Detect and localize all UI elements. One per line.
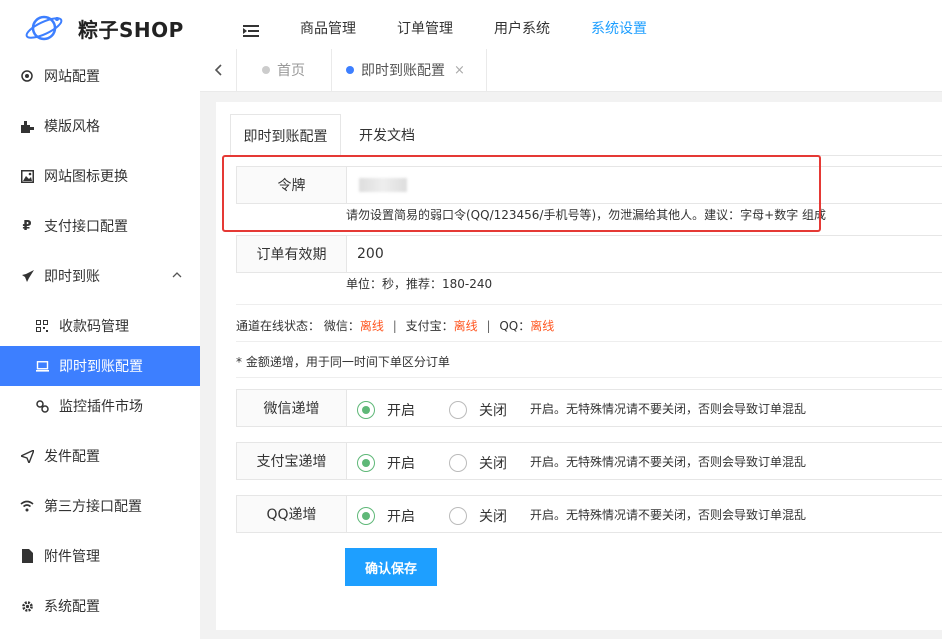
logo[interactable]: 粽子SHOP	[0, 0, 200, 56]
laptop-icon	[35, 359, 49, 373]
qq-increment-off-radio[interactable]: 关闭	[449, 506, 507, 526]
expiry-row: 订单有效期 200	[236, 235, 942, 273]
divider	[236, 304, 942, 305]
wechat-increment-row: 微信递增 开启 关闭 开启。无特殊情况请不要关闭，否则会导致订单混乱	[236, 389, 942, 427]
topnav-users[interactable]: 用户系统	[494, 18, 550, 38]
puzzle-icon	[20, 119, 34, 133]
radio-checked-icon	[357, 401, 375, 419]
highlight-box	[222, 155, 821, 232]
sidebar-item-favicon[interactable]: 网站图标更换	[0, 156, 200, 196]
sidebar-item-site-config[interactable]: 网站配置	[0, 56, 200, 96]
yen-icon: ₽	[22, 218, 32, 234]
link-icon	[35, 399, 49, 413]
tab-active-dot-icon	[346, 66, 354, 74]
tab-dot-icon	[262, 66, 270, 74]
wechat-status: 离线	[359, 319, 384, 333]
tab-home[interactable]: 首页	[262, 49, 305, 91]
sidebar-item-instant[interactable]: 即时到账	[0, 256, 200, 296]
topnav-products[interactable]: 商品管理	[300, 18, 356, 38]
tab-divider	[486, 49, 487, 91]
sidebar: 网站配置 模版风格 网站图标更换 ₽ 支付接口配置 即时到账 收款码管理 即时到…	[0, 56, 200, 639]
wechat-increment-off-radio[interactable]: 关闭	[449, 400, 507, 420]
sidebar-item-plugin-market[interactable]: 监控插件市场	[0, 386, 200, 426]
file-icon	[20, 549, 34, 563]
qq-increment-row: QQ递增 开启 关闭 开启。无特殊情况请不要关闭，否则会导致订单混乱	[236, 495, 942, 533]
topnav-settings[interactable]: 系统设置	[591, 18, 647, 38]
wifi-icon	[20, 499, 34, 513]
gear-icon	[20, 599, 34, 613]
tab-instant-config-form[interactable]: 即时到账配置	[230, 114, 341, 157]
sidebar-item-mail[interactable]: 发件配置	[0, 436, 200, 476]
tab-scroll-left-button[interactable]	[200, 49, 237, 91]
content-tabs: 即时到账配置 开发文档	[230, 114, 942, 157]
sidebar-item-payment[interactable]: ₽ 支付接口配置	[0, 206, 200, 246]
increment-note: * 金额递增，用于同一时间下单区分订单	[236, 355, 450, 369]
save-button[interactable]: 确认保存	[345, 548, 437, 586]
radio-checked-icon	[357, 454, 375, 472]
topnav-orders[interactable]: 订单管理	[397, 18, 453, 38]
planet-logo-icon	[25, 15, 63, 41]
sidebar-item-qrcode[interactable]: 收款码管理	[0, 306, 200, 346]
alipay-increment-on-radio[interactable]: 开启	[357, 453, 415, 473]
chevron-left-icon	[214, 64, 222, 76]
divider	[236, 377, 942, 378]
divider	[236, 341, 942, 342]
tab-divider	[331, 49, 332, 91]
qq-status: 离线	[530, 319, 555, 333]
image-icon	[20, 169, 34, 183]
channel-status: 通道在线状态： 微信：离线 | 支付宝：离线 | QQ：离线	[236, 319, 555, 333]
chevron-up-icon	[172, 272, 182, 278]
menu-fold-icon[interactable]	[243, 24, 259, 38]
radio-checked-icon	[357, 507, 375, 525]
sidebar-item-instant-config[interactable]: 即时到账配置	[0, 346, 200, 386]
alipay-status: 离线	[453, 319, 478, 333]
radio-unchecked-icon	[449, 401, 467, 419]
radio-unchecked-icon	[449, 507, 467, 525]
tab-instant-config[interactable]: 即时到账配置 ×	[346, 49, 465, 91]
alipay-increment-row: 支付宝递增 开启 关闭 开启。无特殊情况请不要关闭，否则会导致订单混乱	[236, 442, 942, 480]
qq-increment-on-radio[interactable]: 开启	[357, 506, 415, 526]
expiry-label: 订单有效期	[237, 236, 347, 272]
tab-dev-docs[interactable]: 开发文档	[341, 114, 433, 156]
alipay-increment-off-radio[interactable]: 关闭	[449, 453, 507, 473]
expiry-hint: 单位：秒，推荐：180-240	[346, 277, 493, 291]
sidebar-item-template[interactable]: 模版风格	[0, 106, 200, 146]
qrcode-icon	[35, 319, 49, 333]
sidebar-item-system[interactable]: 系统配置	[0, 586, 200, 626]
radio-unchecked-icon	[449, 454, 467, 472]
sidebar-item-third-party[interactable]: 第三方接口配置	[0, 486, 200, 526]
send-icon	[20, 449, 34, 463]
expiry-input[interactable]: 200	[357, 236, 384, 272]
wechat-increment-on-radio[interactable]: 开启	[357, 400, 415, 420]
top-nav: 商品管理 订单管理 用户系统 系统设置	[300, 0, 688, 56]
app-title: 粽子SHOP	[78, 18, 184, 42]
page-tab-bar: 首页 即时到账配置 ×	[200, 49, 942, 92]
rocket-icon	[20, 269, 34, 283]
target-icon	[20, 69, 34, 83]
close-icon[interactable]: ×	[454, 63, 465, 78]
sidebar-item-attachments[interactable]: 附件管理	[0, 536, 200, 576]
